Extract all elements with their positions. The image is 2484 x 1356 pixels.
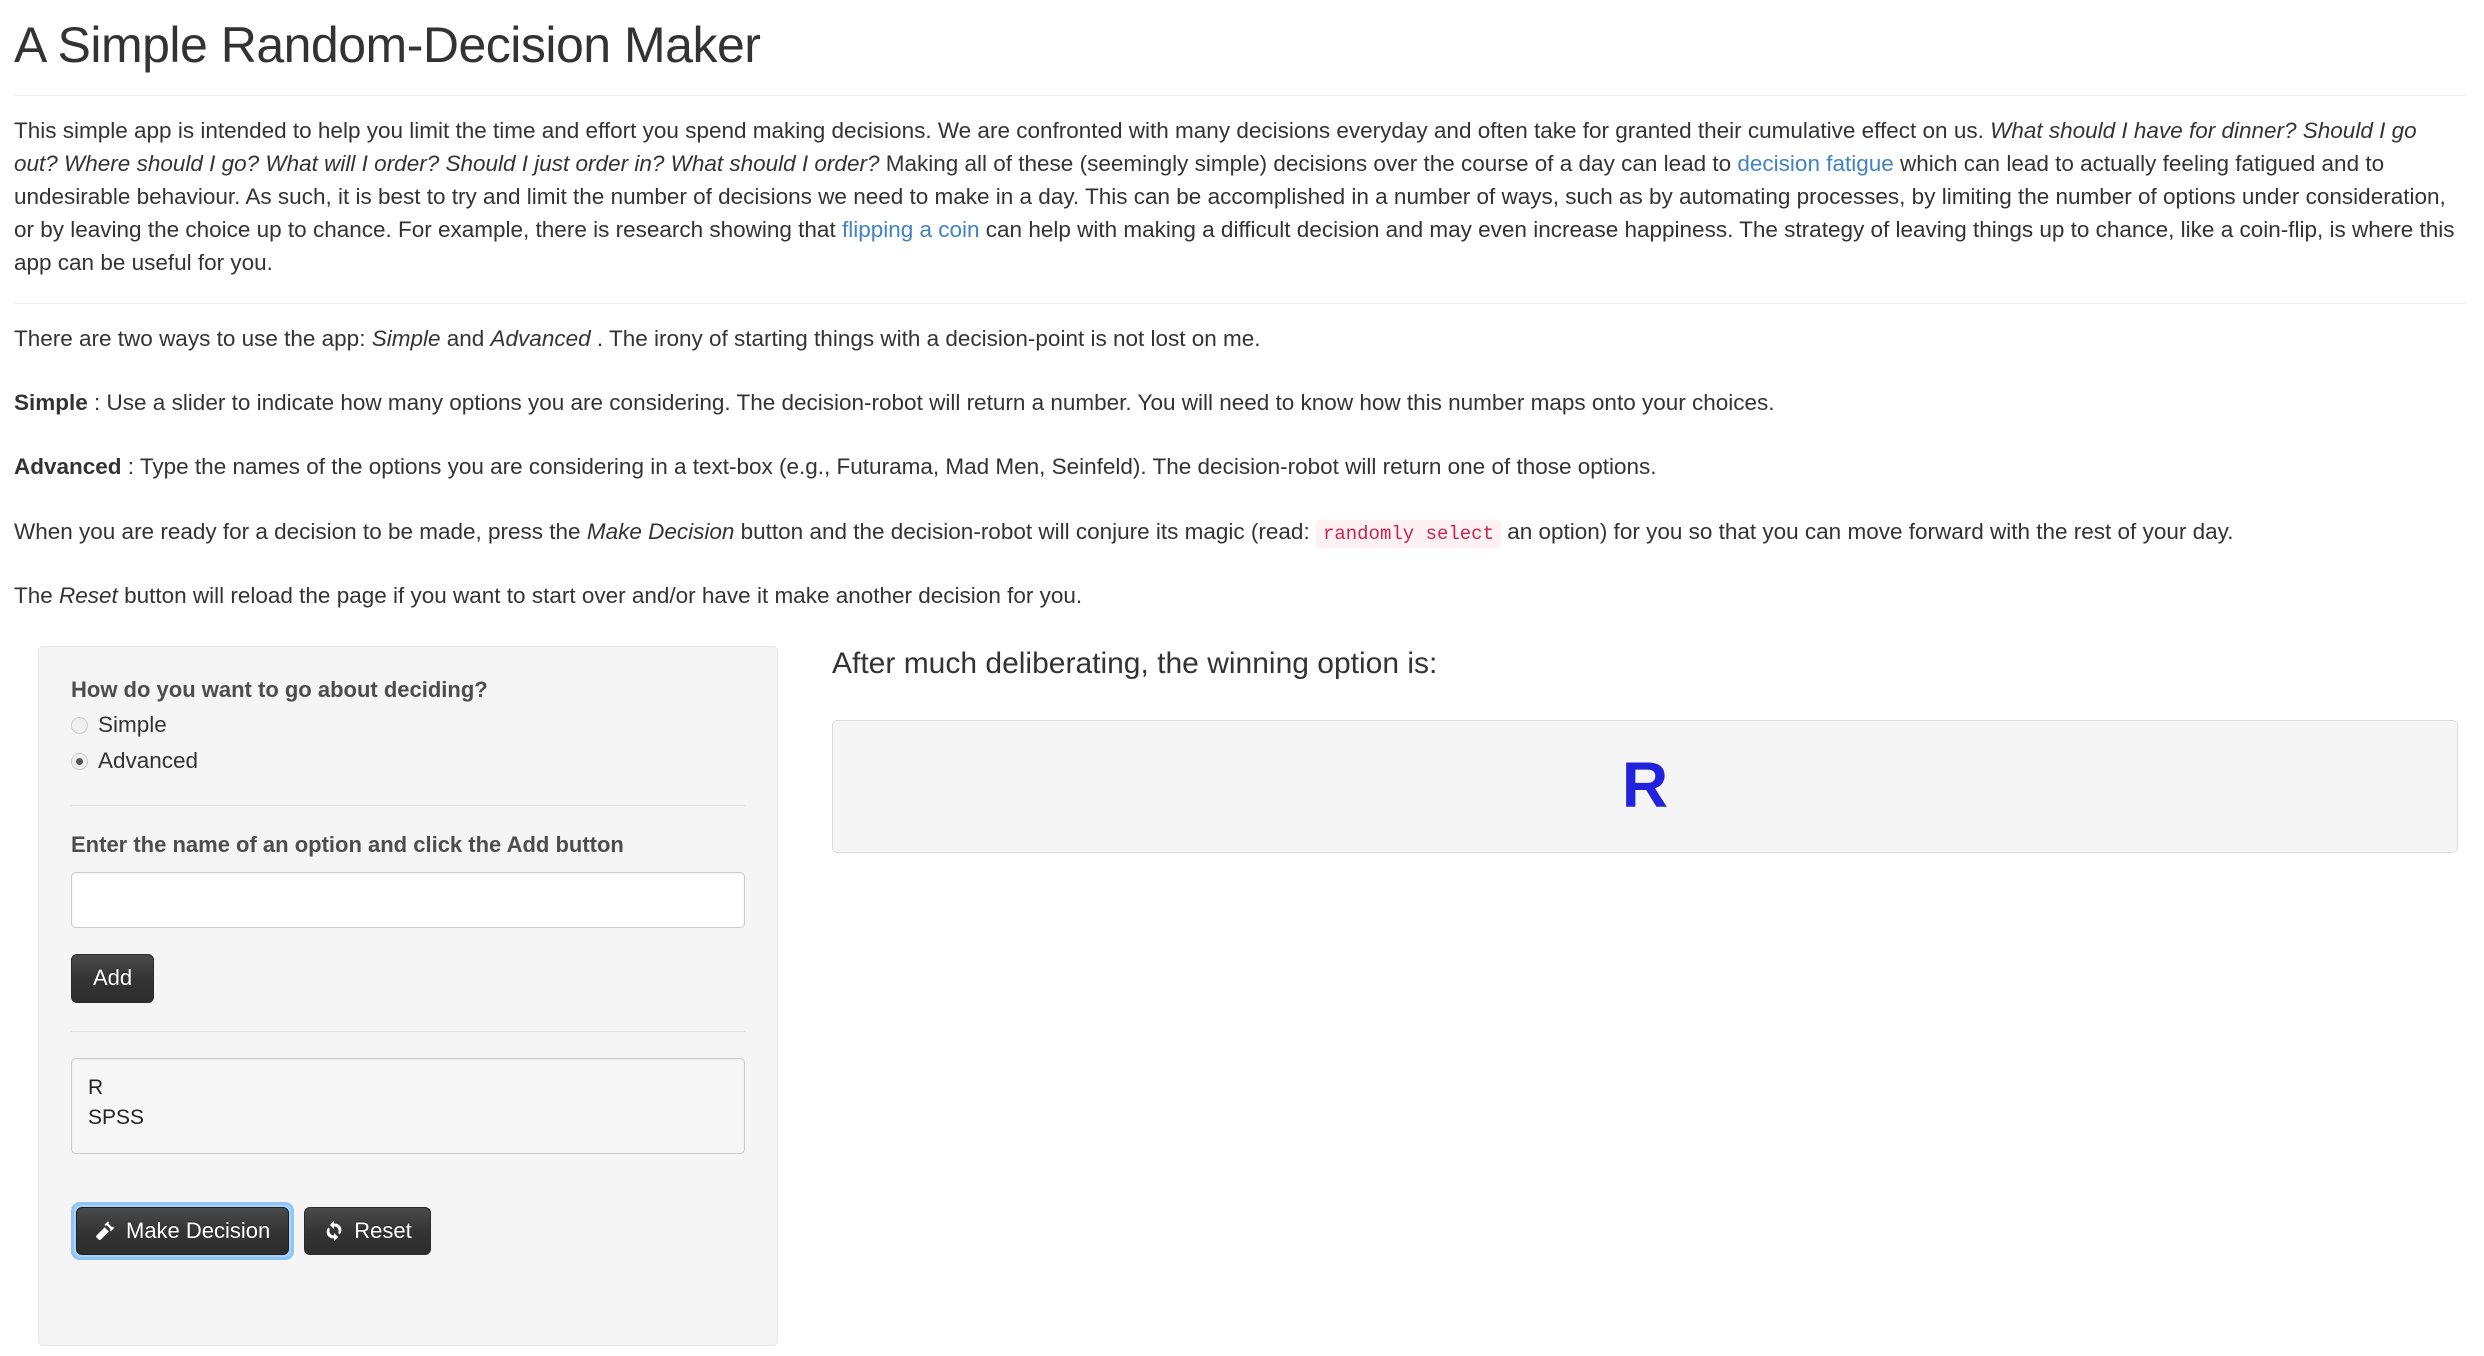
intro-paragraph: This simple app is intended to help you … [14, 114, 2466, 279]
mode-question-label: How do you want to go about deciding? [71, 677, 488, 703]
simple-mode-text: : Use a slider to indicate how many opti… [87, 390, 1775, 416]
decision-fatigue-link[interactable]: decision fatigue [1737, 151, 1893, 176]
radio-option-advanced[interactable]: Advanced [71, 745, 745, 777]
reset-label: Reset [354, 1217, 412, 1243]
main-columns: How do you want to go about deciding? Si… [14, 646, 2466, 1347]
make-text-b: button and the decision-robot will conju… [734, 518, 1316, 544]
page-root: A Simple Random-Decision Maker This simp… [0, 17, 2484, 1347]
intro-section: This simple app is intended to help you … [14, 114, 2466, 279]
options-list: R SPSS [71, 1057, 745, 1154]
make-decision-paragraph: When you are ready for a decision to be … [14, 515, 2466, 549]
add-button[interactable]: Add [71, 954, 155, 1003]
page-title: A Simple Random-Decision Maker [14, 17, 761, 73]
ways-text-b: and [440, 326, 491, 352]
simple-mode-label: Simple [14, 390, 88, 416]
intro-divider [14, 303, 2466, 305]
reset-text-a: The [14, 583, 60, 609]
advanced-paragraph: Advanced : Type the names of the options… [14, 450, 2466, 483]
radio-simple-label: Simple [98, 712, 167, 738]
make-decision-button[interactable]: Make Decision [76, 1206, 290, 1256]
controls-panel: How do you want to go about deciding? Si… [38, 646, 778, 1347]
action-button-row: Make Decision Reset [71, 1201, 745, 1261]
list-item: SPSS [88, 1105, 145, 1129]
usage-section: There are two ways to use the app: Simpl… [14, 322, 2466, 612]
refresh-icon [323, 1220, 345, 1242]
make-decision-em: Make Decision [586, 518, 735, 544]
advanced-mode-text: : Type the names of the options you are … [121, 454, 1657, 480]
intro-text-b: Making all of these (seemingly simple) d… [879, 151, 1738, 177]
reset-paragraph: The Reset button will reload the page if… [14, 579, 2466, 612]
make-text-c: an option) for you so that you can move … [1500, 518, 2234, 544]
option-input-label: Enter the name of an option and click th… [71, 832, 624, 858]
panel-divider-bottom [71, 1030, 745, 1032]
advanced-mode-label: Advanced [14, 454, 122, 480]
controls-column: How do you want to go about deciding? Si… [14, 646, 804, 1347]
radio-advanced-label: Advanced [98, 748, 199, 774]
list-item: R [88, 1075, 104, 1099]
ways-text-a: There are two ways to use the app: [14, 326, 372, 352]
gavel-icon [95, 1220, 117, 1242]
reset-button[interactable]: Reset [304, 1206, 431, 1256]
ways-advanced-em: Advanced [490, 326, 591, 352]
ways-text-c: . The irony of starting things with a de… [590, 326, 1261, 352]
result-box: R [832, 720, 2458, 854]
result-column: After much deliberating, the winning opt… [804, 646, 2466, 854]
header-divider [14, 95, 2466, 96]
intro-text-a: This simple app is intended to help you … [14, 118, 1991, 143]
option-name-input[interactable] [71, 872, 745, 929]
reset-em: Reset [59, 583, 118, 609]
make-decision-focus-ring: Make Decision [71, 1201, 295, 1261]
randomly-select-code: randomly select [1315, 519, 1501, 548]
radio-advanced-icon[interactable] [71, 752, 88, 770]
make-text-a: When you are ready for a decision to be … [14, 518, 587, 544]
radio-simple-icon[interactable] [71, 716, 88, 734]
simple-paragraph: Simple : Use a slider to indicate how ma… [14, 386, 2466, 419]
radio-option-simple[interactable]: Simple [71, 709, 745, 741]
ways-simple-em: Simple [371, 326, 441, 352]
ways-paragraph: There are two ways to use the app: Simpl… [14, 322, 2466, 355]
flipping-a-coin-link[interactable]: flipping a coin [842, 217, 980, 242]
reset-text-b: button will reload the page if you want … [117, 583, 1083, 609]
make-decision-label: Make Decision [126, 1217, 271, 1243]
result-heading: After much deliberating, the winning opt… [832, 647, 1438, 681]
panel-divider-top [71, 805, 745, 807]
result-value: R [1621, 748, 1669, 821]
